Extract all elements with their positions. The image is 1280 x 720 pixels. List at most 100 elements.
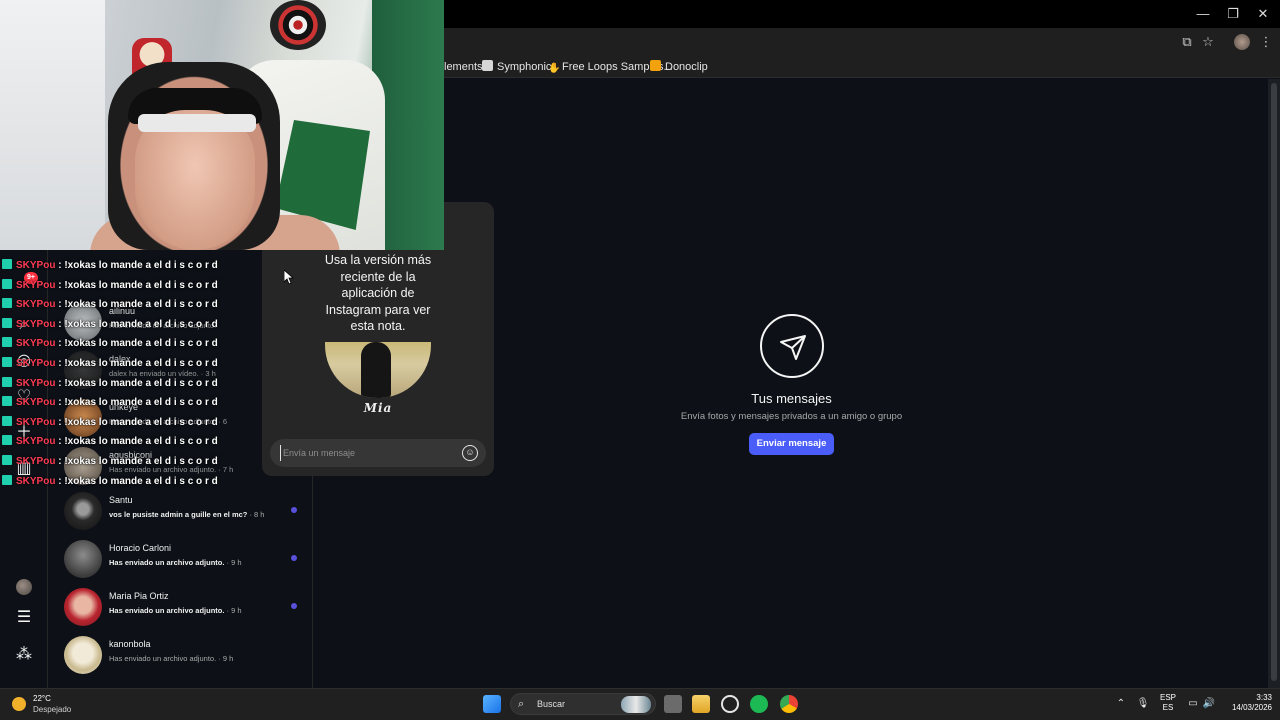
search-label: Buscar — [537, 699, 566, 709]
chat-message: SKYPou : !xokas lo mande a el d i s c o … — [2, 295, 262, 314]
task-view-icon[interactable] — [664, 695, 682, 713]
chat-message: SKYPou : !xokas lo mande a el d i s c o … — [2, 374, 262, 393]
chat-text: : !xokas lo mande a el d i s c o r d — [55, 456, 218, 467]
note-author-avatar — [325, 342, 431, 398]
microphone-icon[interactable]: 🎙 — [1136, 697, 1150, 711]
bookmark-symphonic[interactable]: Symphonic — [482, 60, 551, 74]
note-text-line: Usa la versión más — [324, 253, 432, 267]
preview-text: vos le pusiste admin a guille en el mc? — [109, 510, 248, 519]
taskbar-search[interactable]: ⌕ Buscar — [510, 693, 656, 715]
subscriber-badge-icon — [2, 298, 12, 309]
chat-text: : !xokas lo mande a el d i s c o r d — [55, 260, 218, 271]
chrome-icon[interactable] — [780, 695, 798, 713]
file-explorer-icon[interactable] — [692, 695, 710, 713]
preview-text: Has enviado un archivo adjunto. — [109, 558, 225, 567]
note-reply-field[interactable]: ☺ — [270, 439, 486, 467]
send-icon — [760, 314, 824, 378]
temperature: 22°C — [33, 694, 51, 703]
mouse-cursor-icon — [284, 270, 294, 284]
page-scrollbar[interactable] — [1268, 79, 1280, 688]
chat-username: SKYPou — [16, 436, 56, 448]
chat-text: : !xokas lo mande a el d i s c o r d — [55, 318, 218, 330]
conversation-name: Santu — [109, 495, 133, 505]
moon-weather-icon — [12, 697, 26, 711]
chat-username: SKYPou — [16, 358, 56, 369]
stream-chat-overlay: SKYPou : !xokas lo mande a el d i s c o … — [0, 256, 262, 492]
conversation-name: kanonbola — [109, 639, 151, 649]
note-text-line: Instagram para ver — [325, 302, 431, 317]
chat-message: SKYPou : !xokas lo mande a el d i s c o … — [2, 334, 262, 353]
avatar — [64, 540, 102, 578]
scrollbar-thumb[interactable] — [1271, 83, 1277, 681]
list-item[interactable]: kanonbola Has enviado un archivo adjunto… — [64, 632, 313, 678]
note-reply-input[interactable] — [280, 445, 450, 461]
unread-dot — [291, 555, 297, 561]
bookmark-donoclip[interactable]: Donoclip — [650, 60, 708, 74]
chat-message: SKYPou : !xokas lo mande a el d i s c o … — [2, 413, 262, 432]
restore-button[interactable]: ❐ — [1216, 0, 1250, 28]
chat-message: SKYPou : !xokas lo mande a el d i s c o … — [2, 452, 262, 471]
chat-message: SKYPou : !xokas lo mande a el d i s c o … — [2, 472, 262, 491]
chat-username: SKYPou — [16, 456, 56, 467]
chat-text: : !xokas lo mande a el d i s c o r d — [55, 397, 218, 409]
language-code: ESP — [1160, 693, 1177, 702]
avatar-figure — [361, 342, 391, 398]
preview-time: · 9 h — [224, 606, 242, 615]
bookmark-elements[interactable]: lements — [444, 60, 483, 74]
chat-text: : !xokas lo mande a el d i s c o r d — [55, 416, 218, 428]
messages-empty-state: Tus mensajes Envía fotos y mensajes priv… — [640, 300, 943, 460]
profile-avatar-icon[interactable] — [1234, 34, 1250, 50]
preview-time: · 9 h — [216, 654, 234, 663]
conversation-preview: vos le pusiste admin a guille en el mc? … — [109, 510, 264, 519]
unread-dot — [291, 507, 297, 513]
apps-grid-icon[interactable]: ⁂ — [14, 645, 34, 665]
profile-avatar[interactable] — [16, 579, 32, 595]
tray-overflow-icon[interactable]: ⌃ — [1114, 697, 1128, 711]
conversation-preview: Has enviado un archivo adjunto. · 9 h — [109, 606, 242, 615]
chat-text: : !xokas lo mande a el d i s c o r d — [55, 377, 218, 389]
send-message-button[interactable]: Enviar mensaje — [749, 433, 834, 455]
chat-text: : !xokas lo mande a el d i s c o r d — [55, 358, 218, 369]
install-app-icon[interactable]: ⧉ — [1179, 34, 1195, 50]
spotify-icon[interactable] — [750, 695, 768, 713]
list-item[interactable]: Maria Pia Ortiz Has enviado un archivo a… — [64, 584, 313, 630]
chat-text: : !xokas lo mande a el d i s c o r d — [55, 299, 218, 311]
chat-username: SKYPou — [16, 260, 56, 271]
close-button[interactable]: ✕ — [1246, 0, 1280, 28]
language-indicator[interactable]: ESP ES — [1160, 693, 1176, 713]
chat-text: : !xokas lo mande a el d i s c o r d — [55, 436, 218, 448]
clock[interactable]: 3:33 14/03/2026 — [1224, 693, 1272, 713]
subscriber-badge-icon — [2, 278, 12, 289]
chat-username: SKYPou — [16, 397, 56, 409]
subscriber-badge-icon — [2, 474, 12, 485]
note-text: Usa la versión más reciente de la aplica… — [262, 252, 494, 335]
conversation-preview: Has enviado un archivo adjunto. · 9 h — [109, 654, 233, 663]
headband — [138, 114, 256, 132]
conversation-name: Horacio Carloni — [109, 543, 172, 553]
conversation-name: Maria Pia Ortiz — [109, 591, 169, 601]
chat-text: : !xokas lo mande a el d i s c o r d — [55, 338, 218, 350]
bookmark-label: Donoclip — [665, 61, 708, 73]
volume-icon[interactable]: 🔊 — [1202, 697, 1216, 711]
windows-start-icon[interactable] — [483, 695, 501, 713]
avatar — [64, 588, 102, 626]
chat-username: SKYPou — [16, 416, 56, 428]
list-item[interactable]: Santu vos le pusiste admin a guille en e… — [64, 488, 313, 534]
network-icon[interactable]: ▭ — [1186, 697, 1200, 711]
list-item[interactable]: Horacio Carloni Has enviado un archivo a… — [64, 536, 313, 582]
unread-dot — [291, 603, 297, 609]
subscriber-badge-icon — [2, 415, 12, 426]
search-icon: ⌕ — [518, 698, 525, 710]
steam-icon[interactable] — [721, 695, 739, 713]
minimize-button[interactable]: — — [1186, 0, 1220, 28]
chat-message: SKYPou : !xokas lo mande a el d i s c o … — [2, 256, 262, 275]
chat-username: SKYPou — [16, 279, 56, 291]
browser-menu-icon[interactable]: ⋮ — [1258, 34, 1274, 50]
menu-hamburger-icon[interactable]: ☰ — [14, 608, 34, 628]
avatar — [64, 492, 102, 530]
bookmark-star-icon[interactable]: ☆ — [1200, 34, 1216, 50]
subscriber-badge-icon — [2, 376, 12, 387]
chat-message: SKYPou : !xokas lo mande a el d i s c o … — [2, 432, 262, 451]
emoji-icon[interactable]: ☺ — [462, 445, 478, 461]
screen: — ❐ ✕ ⧉ ☆ ⋮ lements Symphonic ✋ Free Loop… — [0, 0, 1280, 720]
